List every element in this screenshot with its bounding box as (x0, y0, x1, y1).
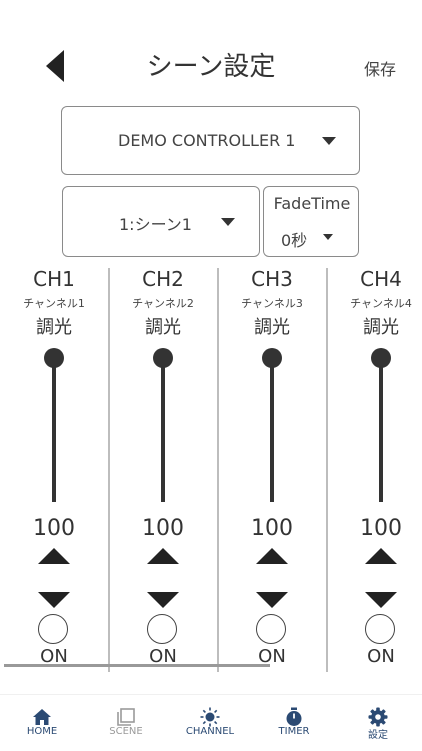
channel-mode: 調光 (254, 317, 290, 338)
save-button[interactable]: 保存 (364, 56, 396, 80)
decrease-button[interactable] (365, 592, 397, 608)
power-toggle[interactable] (147, 614, 177, 644)
increase-button[interactable] (38, 548, 70, 564)
channel-name: CH4 (360, 267, 402, 291)
header: シーン設定 保存 (0, 0, 422, 100)
dimmer-slider-track[interactable] (52, 360, 56, 502)
channel-mode: 調光 (145, 317, 181, 338)
channel-subname: チャンネル3 (241, 297, 303, 310)
timer-icon (286, 707, 302, 726)
scene-select[interactable]: 1:シーン1 (62, 186, 260, 257)
channel-name: CH3 (251, 267, 293, 291)
gear-icon (368, 707, 388, 727)
channel-panel: CH1 チャンネル1 調光 100 ON CH2 チャンネル2 調光 100 O… (0, 262, 422, 674)
controller-select-value: DEMO CONTROLLER 1 (118, 131, 296, 150)
dimmer-slider-handle[interactable] (44, 348, 64, 368)
tab-label: 設定 (368, 730, 388, 741)
channel-value: 100 (142, 516, 184, 541)
power-toggle[interactable] (38, 614, 68, 644)
channel-value: 100 (33, 516, 75, 541)
channel-state: ON (367, 646, 395, 667)
channel-4: CH4 チャンネル4 調光 100 ON (327, 262, 422, 674)
controller-select[interactable]: DEMO CONTROLLER 1 (61, 106, 360, 175)
channel-mode: 調光 (363, 317, 399, 338)
chevron-down-icon (322, 137, 336, 145)
channel-value: 100 (251, 516, 293, 541)
channel-name: CH2 (142, 267, 184, 291)
tab-label: SCENE (109, 726, 143, 737)
channel-subname: チャンネル1 (23, 297, 85, 310)
tab-scene[interactable]: SCENE (84, 695, 168, 751)
dimmer-slider-handle[interactable] (153, 348, 173, 368)
tab-settings[interactable]: 設定 (336, 695, 420, 751)
channel-1: CH1 チャンネル1 調光 100 ON (0, 262, 108, 674)
tab-bar: HOME SCENE CHANNEL TIMER 設定 (0, 694, 422, 751)
decrease-button[interactable] (38, 592, 70, 608)
page-title: シーン設定 (146, 52, 276, 82)
channel-name: CH1 (33, 267, 75, 291)
tab-label: TIMER (278, 726, 310, 737)
tab-home[interactable]: HOME (0, 695, 84, 751)
fade-time-label: FadeTime (273, 194, 351, 213)
channel-subname: チャンネル2 (132, 297, 194, 310)
power-toggle[interactable] (256, 614, 286, 644)
back-button[interactable] (40, 48, 70, 84)
horizontal-scrollbar[interactable] (4, 664, 270, 667)
decrease-button[interactable] (147, 592, 179, 608)
channel-mode: 調光 (36, 317, 72, 338)
tab-channel[interactable]: CHANNEL (168, 695, 252, 751)
power-toggle[interactable] (365, 614, 395, 644)
tab-label: HOME (26, 726, 58, 737)
dimmer-slider-track[interactable] (270, 360, 274, 502)
back-arrow-icon (46, 50, 64, 82)
channel-2: CH2 チャンネル2 調光 100 ON (109, 262, 217, 674)
chevron-down-icon (323, 234, 333, 240)
channel-value: 100 (360, 516, 402, 541)
home-icon (33, 709, 51, 725)
decrease-button[interactable] (256, 592, 288, 608)
scene-icon (117, 708, 135, 726)
channel-icon (200, 707, 220, 727)
fade-time-value: 0秒 (281, 231, 308, 250)
increase-button[interactable] (256, 548, 288, 564)
dimmer-slider-track[interactable] (379, 360, 383, 502)
dimmer-slider-track[interactable] (161, 360, 165, 502)
increase-button[interactable] (365, 548, 397, 564)
tab-timer[interactable]: TIMER (252, 695, 336, 751)
increase-button[interactable] (147, 548, 179, 564)
channel-3: CH3 チャンネル3 調光 100 ON (218, 262, 326, 674)
tab-label: CHANNEL (185, 726, 235, 737)
scene-select-value: 1:シーン1 (119, 215, 192, 234)
dimmer-slider-handle[interactable] (371, 348, 391, 368)
chevron-down-icon (221, 218, 235, 226)
dimmer-slider-handle[interactable] (262, 348, 282, 368)
fade-time-select[interactable]: FadeTime 0秒 (263, 186, 359, 257)
channel-subname: チャンネル4 (350, 297, 412, 310)
